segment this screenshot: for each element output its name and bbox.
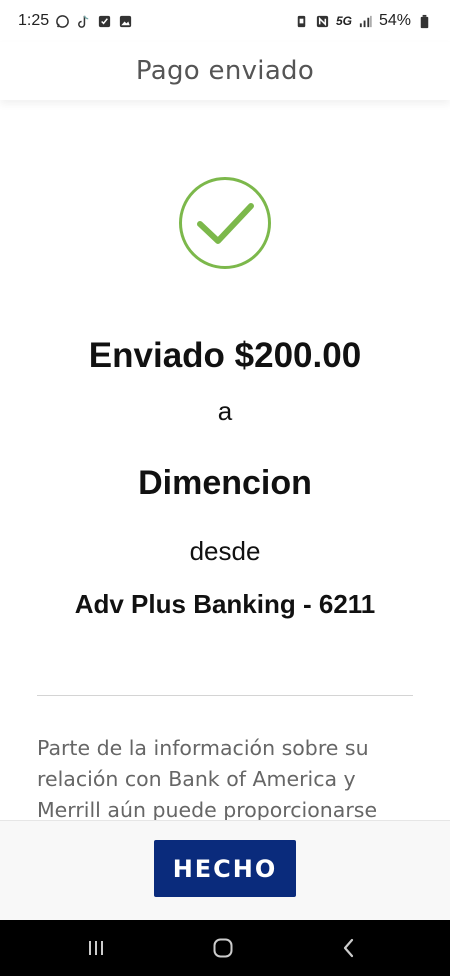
confirmation-panel: Enviado $200.00 a Dimencion desde Adv Pl… <box>0 100 450 820</box>
footer: HECHO <box>0 820 450 920</box>
battery-icon <box>417 14 432 29</box>
disclaimer-text: Parte de la información sobre su relació… <box>37 736 378 820</box>
done-button[interactable]: HECHO <box>154 840 296 897</box>
checkbox-icon <box>97 14 112 29</box>
whatsapp-icon <box>55 14 70 29</box>
status-right: 5G 54% <box>294 12 432 30</box>
checkmark-circle-icon <box>179 177 271 269</box>
gallery-icon <box>118 14 133 29</box>
connector-to: a <box>217 396 233 426</box>
page-title: Pago enviado <box>135 56 315 86</box>
battery-percent: 54% <box>378 12 411 29</box>
nfc-icon <box>315 14 330 29</box>
status-bar: 1:25 5G 54% <box>0 0 450 42</box>
home-icon[interactable] <box>203 932 243 964</box>
tiktok-icon <box>76 14 91 29</box>
signal-icon <box>358 14 373 29</box>
network-label: 5G <box>335 14 352 28</box>
divider <box>37 695 413 696</box>
back-icon[interactable] <box>329 932 369 964</box>
recipient-name: Dimencion <box>138 464 312 502</box>
connector-from: desde <box>189 536 261 566</box>
status-time: 1:25 <box>18 12 50 29</box>
status-left: 1:25 <box>18 12 133 30</box>
navigation-bar <box>0 920 450 976</box>
alarm-icon <box>294 14 309 29</box>
header: Pago enviado <box>0 42 450 100</box>
source-account: Adv Plus Banking - 6211 <box>74 589 376 619</box>
recents-icon[interactable] <box>76 932 116 964</box>
sent-amount: Enviado $200.00 <box>88 336 362 375</box>
